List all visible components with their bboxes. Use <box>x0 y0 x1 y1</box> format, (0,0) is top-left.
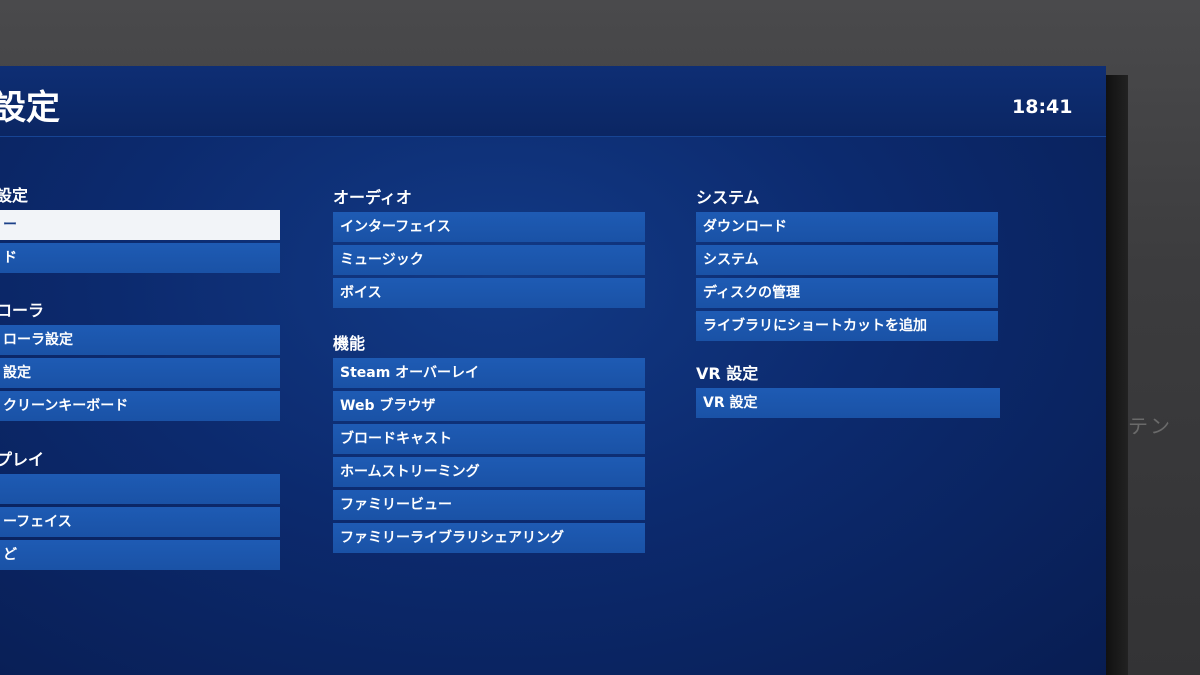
page-title: 設定 <box>0 88 60 128</box>
menu-item[interactable]: ど <box>0 540 280 570</box>
menu-item-broadcast[interactable]: ブロードキャスト <box>333 424 645 454</box>
section-system: システム ダウンロード システム ディスクの管理 ライブラリにショートカットを追… <box>696 186 998 344</box>
section-title: ローラ <box>0 301 45 320</box>
section-title: システム <box>696 188 760 207</box>
menu-item[interactable] <box>0 474 280 504</box>
section-title: VR 設定 <box>696 364 759 383</box>
background-side-text: テン <box>1128 414 1172 438</box>
header-bar: 設定 18:41 <box>0 66 1106 137</box>
menu-item-family-view[interactable]: ファミリービュー <box>333 490 645 520</box>
clock: 18:41 <box>1012 96 1073 118</box>
section-settings: 設定 ー ド <box>0 184 280 276</box>
section-title: 機能 <box>333 334 366 353</box>
section-title: 設定 <box>0 186 29 205</box>
menu-item-downloads[interactable]: ダウンロード <box>696 212 998 242</box>
section-title: プレイ <box>0 450 45 469</box>
menu-item-interface[interactable]: ーフェイス <box>0 507 280 537</box>
menu-item-system[interactable]: システム <box>696 245 998 275</box>
section-controller: ローラ ローラ設定 設定 クリーンキーボード <box>0 299 280 424</box>
menu-item-selected[interactable]: ー <box>0 210 280 240</box>
menu-item-vr-settings[interactable]: VR 設定 <box>696 388 1000 418</box>
menu-item[interactable]: ド <box>0 243 280 273</box>
menu-item-controller-settings[interactable]: ローラ設定 <box>0 325 280 355</box>
menu-item-family-library-sharing[interactable]: ファミリーライブラリシェアリング <box>333 523 645 553</box>
menu-item-disk-management[interactable]: ディスクの管理 <box>696 278 998 308</box>
menu-item-home-streaming[interactable]: ホームストリーミング <box>333 457 645 487</box>
menu-item-music[interactable]: ミュージック <box>333 245 645 275</box>
settings-screen: 設定 18:41 設定 ー ド ローラ ローラ設定 設定 クリーンキーボード プ… <box>0 66 1106 675</box>
monitor-bezel <box>1106 75 1128 675</box>
menu-item[interactable]: 設定 <box>0 358 280 388</box>
section-display: プレイ ーフェイス ど <box>0 448 280 573</box>
menu-item-steam-overlay[interactable]: Steam オーバーレイ <box>333 358 645 388</box>
menu-item-interface[interactable]: インターフェイス <box>333 212 645 242</box>
section-audio: オーディオ インターフェイス ミュージック ボイス <box>333 186 645 311</box>
menu-item-add-library-shortcut[interactable]: ライブラリにショートカットを追加 <box>696 311 998 341</box>
menu-item-onscreen-keyboard[interactable]: クリーンキーボード <box>0 391 280 421</box>
section-features: 機能 Steam オーバーレイ Web ブラウザ ブロードキャスト ホームストリ… <box>333 332 645 556</box>
section-vr-settings: VR 設定 VR 設定 <box>696 362 1000 421</box>
menu-item-voice[interactable]: ボイス <box>333 278 645 308</box>
menu-item-web-browser[interactable]: Web ブラウザ <box>333 391 645 421</box>
section-title: オーディオ <box>333 188 412 207</box>
